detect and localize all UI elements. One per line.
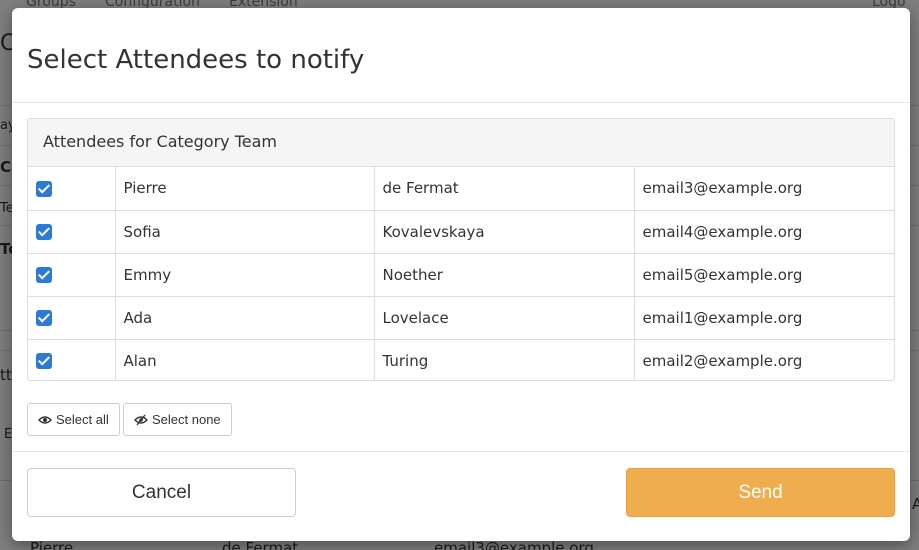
checkbox-cell: [28, 209, 115, 253]
notify-attendees-modal: Select Attendees to notify Attendees for…: [12, 8, 910, 541]
attendee-checkbox[interactable]: [36, 180, 52, 197]
last-name-cell: Lovelace: [373, 295, 634, 339]
table-row: Sofia Kovalevskaya email4@example.org: [28, 209, 894, 253]
first-name-cell: Sofia: [114, 209, 374, 253]
email-cell: email1@example.org: [633, 295, 894, 339]
table-row: Alan Turing email2@example.org: [28, 338, 894, 380]
send-button[interactable]: Send: [626, 468, 895, 517]
attendee-checkbox[interactable]: [36, 310, 52, 326]
select-none-label: Select none: [152, 412, 221, 427]
table-row: Pierre de Fermat email3@example.org: [28, 167, 894, 210]
checkbox-cell: [28, 295, 115, 339]
modal-header: Select Attendees to notify: [12, 8, 910, 103]
eye-icon: [38, 415, 52, 425]
attendee-checkbox[interactable]: [36, 224, 52, 240]
eye-slash-icon: [134, 414, 148, 426]
select-all-label: Select all: [56, 412, 109, 427]
last-name-cell: de Fermat: [373, 167, 634, 210]
attendees-table: Pierre de Fermat email3@example.org Sofi…: [28, 167, 894, 380]
email-cell: email5@example.org: [633, 252, 894, 296]
attendee-checkbox[interactable]: [36, 267, 52, 283]
last-name-cell: Kovalevskaya: [373, 209, 634, 253]
cancel-button[interactable]: Cancel: [27, 468, 296, 517]
checkbox-cell: [28, 167, 115, 210]
first-name-cell: Pierre: [114, 167, 374, 210]
modal-title: Select Attendees to notify: [27, 45, 365, 75]
table-row: Emmy Noether email5@example.org: [28, 252, 894, 296]
modal-footer: Cancel Send: [12, 451, 910, 541]
last-name-cell: Noether: [373, 252, 634, 296]
panel-heading: Attendees for Category Team: [28, 119, 894, 167]
select-none-button[interactable]: Select none: [123, 403, 232, 436]
select-all-button[interactable]: Select all: [27, 403, 120, 436]
first-name-cell: Ada: [114, 295, 374, 339]
email-cell: email2@example.org: [633, 338, 894, 380]
attendees-panel: Attendees for Category Team Pierre de Fe…: [27, 118, 895, 381]
first-name-cell: Emmy: [114, 252, 374, 296]
attendee-checkbox[interactable]: [36, 353, 52, 370]
table-row: Ada Lovelace email1@example.org: [28, 295, 894, 339]
first-name-cell: Alan: [114, 338, 374, 380]
checkbox-cell: [28, 252, 115, 296]
email-cell: email4@example.org: [633, 209, 894, 253]
last-name-cell: Turing: [373, 338, 634, 380]
checkbox-cell: [28, 338, 115, 380]
email-cell: email3@example.org: [633, 167, 894, 210]
